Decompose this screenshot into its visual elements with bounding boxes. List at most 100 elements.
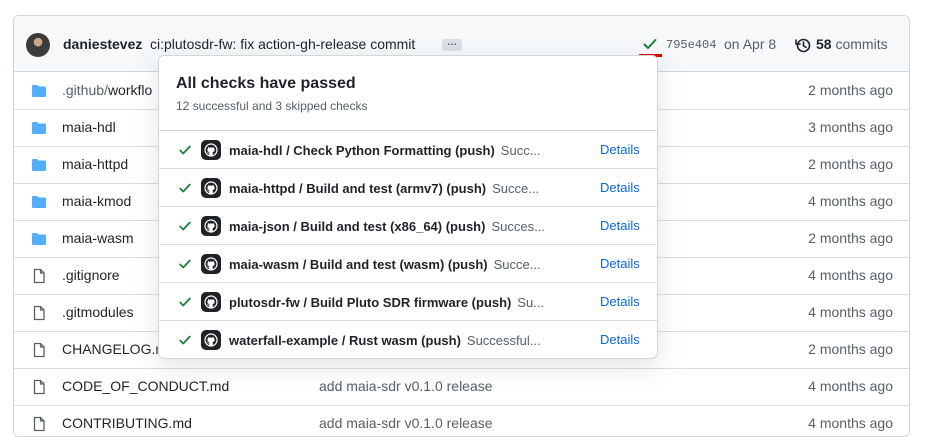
file-name-text: .gitignore: [62, 267, 120, 283]
check-row: plutosdr-fw / Build Pluto SDR firmware (…: [159, 283, 657, 321]
check-row: maia-json / Build and test (x86_64) (pus…: [159, 207, 657, 245]
commit-message[interactable]: ci:plutosdr-fw: fix action-gh-release co…: [150, 36, 415, 52]
check-label: plutosdr-fw / Build Pluto SDR firmware (…: [229, 294, 569, 312]
check-label: waterfall-example / Rust wasm (push) Succ…: [229, 332, 569, 350]
checks-popover-title: All checks have passed: [176, 75, 356, 92]
expand-commit-message-button[interactable]: …: [442, 38, 462, 51]
github-actions-icon: [201, 330, 221, 350]
folder-icon: [31, 157, 47, 173]
check-name: waterfall-example / Rust wasm (push): [229, 333, 461, 348]
github-actions-icon: [201, 140, 221, 160]
file-age: 4 months ago: [808, 378, 893, 394]
checks-list: maia-hdl / Check Python Formatting (push…: [159, 130, 657, 358]
check-success-icon: [178, 219, 192, 233]
check-details-link[interactable]: Details: [600, 180, 640, 195]
file-name-text: .gitmodules: [62, 304, 134, 320]
file-name-text: CONTRIBUTING.md: [62, 415, 192, 431]
file-name-text: maia-wasm: [62, 230, 134, 246]
check-success-icon: [178, 143, 192, 157]
file-icon: [31, 379, 47, 395]
history-icon: [795, 38, 811, 53]
file-age: 2 months ago: [808, 230, 893, 246]
folder-icon: [31, 194, 47, 210]
checks-popover-subtitle: 12 successful and 3 skipped checks: [176, 99, 368, 113]
check-details-link[interactable]: Details: [600, 332, 640, 347]
file-name-text: maia-kmod: [62, 193, 132, 209]
file-commit-message[interactable]: add maia-sdr v0.1.0 release: [319, 378, 493, 394]
check-success-icon: [178, 257, 192, 271]
file-name[interactable]: maia-kmod: [62, 193, 131, 209]
check-label: maia-hdl / Check Python Formatting (push…: [229, 142, 569, 160]
file-name[interactable]: .gitignore: [62, 267, 120, 283]
file-name-text: .github/: [62, 82, 108, 98]
file-age: 4 months ago: [808, 267, 893, 283]
avatar[interactable]: [26, 33, 50, 57]
commit-count-label: commits: [835, 36, 888, 52]
file-icon: [31, 305, 47, 321]
file-age: 2 months ago: [808, 156, 893, 172]
file-age: 4 months ago: [808, 193, 893, 209]
check-name: maia-json / Build and test (x86_64) (pus…: [229, 219, 486, 234]
file-age: 2 months ago: [808, 341, 893, 357]
check-status: Succ...: [500, 143, 541, 158]
check-name: maia-hdl / Check Python Formatting (push…: [229, 143, 495, 158]
check-status: Succe...: [492, 181, 540, 196]
file-icon: [31, 342, 47, 358]
file-name[interactable]: CHANGELOG.m: [62, 341, 167, 357]
check-details-link[interactable]: Details: [600, 218, 640, 233]
commit-author[interactable]: daniestevez: [63, 36, 142, 52]
github-actions-icon: [201, 216, 221, 236]
check-label: maia-json / Build and test (x86_64) (pus…: [229, 218, 569, 236]
file-name[interactable]: maia-httpd: [62, 156, 128, 172]
file-name-text: CODE_OF_CONDUCT.md: [62, 378, 230, 394]
check-details-link[interactable]: Details: [600, 142, 640, 157]
file-name-text: maia-httpd: [62, 156, 129, 172]
commits-link[interactable]: 58 commits: [816, 36, 888, 52]
check-status: Su...: [517, 295, 545, 310]
file-row[interactable]: CONTRIBUTING.md add maia-sdr v0.1.0 relea…: [14, 405, 909, 436]
github-actions-icon: [201, 254, 221, 274]
check-name: plutosdr-fw / Build Pluto SDR firmware (…: [229, 295, 512, 310]
file-name[interactable]: maia-hdl: [62, 119, 116, 135]
github-actions-icon: [201, 178, 221, 198]
file-name-text: CHANGELOG.m: [62, 341, 168, 357]
check-success-icon: [178, 333, 192, 347]
check-status: Successful...: [466, 333, 541, 348]
file-age: 4 months ago: [808, 415, 893, 431]
check-status: Succe...: [493, 257, 541, 272]
check-label: maia-wasm / Build and test (wasm) (push)…: [229, 256, 569, 274]
file-age: 3 months ago: [808, 119, 893, 135]
commit-sha[interactable]: 795e404: [666, 38, 716, 52]
folder-icon: [31, 120, 47, 136]
file-row[interactable]: CODE_OF_CONDUCT.md add maia-sdr v0.1.0 re…: [14, 368, 909, 406]
check-success-icon: [178, 295, 192, 309]
file-age: 2 months ago: [808, 82, 893, 98]
folder-icon: [31, 83, 47, 99]
file-icon: [31, 416, 47, 432]
checks-popover: All checks have passed 12 successful and…: [158, 55, 658, 359]
check-details-link[interactable]: Details: [600, 256, 640, 271]
file-commit-message[interactable]: add maia-sdr v0.1.0 release: [319, 415, 493, 431]
check-label: maia-httpd / Build and test (armv7) (pus…: [229, 180, 569, 198]
file-age: 4 months ago: [808, 304, 893, 320]
file-name-subpath: workflo: [107, 82, 153, 98]
check-name: maia-wasm / Build and test (wasm) (push): [229, 257, 488, 272]
check-row: waterfall-example / Rust wasm (push) Succ…: [159, 321, 657, 358]
file-name[interactable]: .github/workflo: [62, 82, 152, 98]
check-success-icon: [178, 181, 192, 195]
file-name[interactable]: CODE_OF_CONDUCT.md: [62, 378, 229, 394]
check-status: Succes...: [491, 219, 545, 234]
check-status-icon[interactable]: [642, 36, 658, 52]
file-icon: [31, 268, 47, 284]
check-row: maia-hdl / Check Python Formatting (push…: [159, 131, 657, 169]
file-name[interactable]: maia-wasm: [62, 230, 134, 246]
file-name[interactable]: CONTRIBUTING.md: [62, 415, 192, 431]
check-details-link[interactable]: Details: [600, 294, 640, 309]
folder-icon: [31, 231, 47, 247]
check-row: maia-wasm / Build and test (wasm) (push)…: [159, 245, 657, 283]
github-actions-icon: [201, 292, 221, 312]
commit-date: on Apr 8: [724, 36, 777, 52]
file-name-text: maia-hdl: [62, 119, 116, 135]
commit-count: 58: [816, 36, 832, 52]
file-name[interactable]: .gitmodules: [62, 304, 134, 320]
